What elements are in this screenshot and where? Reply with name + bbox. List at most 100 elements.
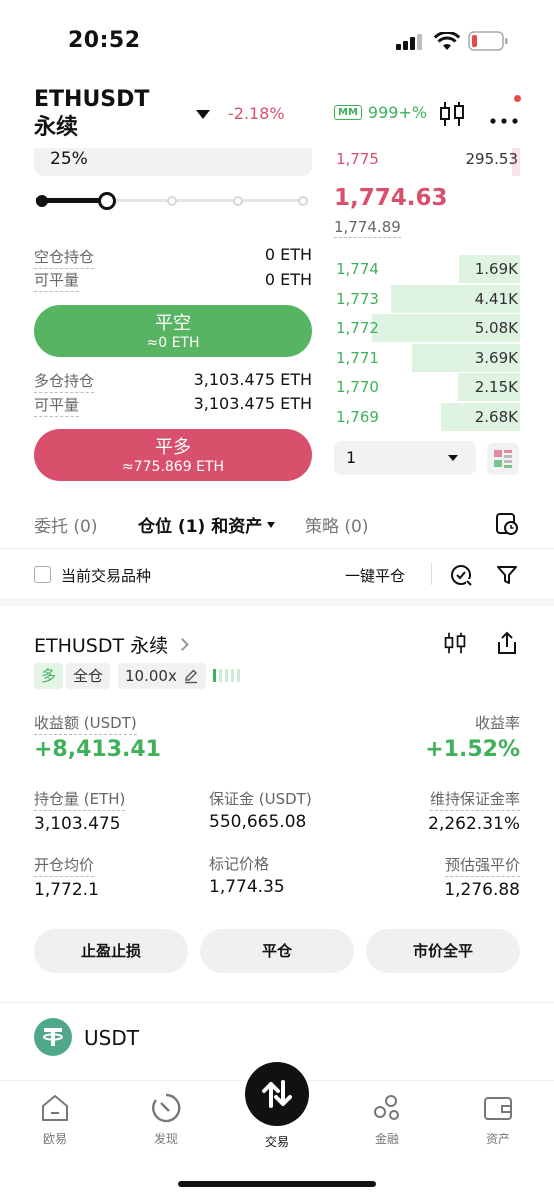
chevron-down-icon bbox=[448, 455, 458, 461]
share-icon[interactable] bbox=[495, 630, 519, 660]
mmr-value: 2,262.31% bbox=[428, 814, 520, 834]
market-close-button[interactable]: 市价全平 bbox=[366, 929, 520, 973]
percent-slider[interactable] bbox=[36, 190, 312, 212]
nav-home[interactable]: 欧易 bbox=[15, 1092, 95, 1147]
chevron-right-icon bbox=[176, 638, 190, 651]
filter-icon[interactable] bbox=[496, 564, 518, 590]
size-value: 3,103.475 bbox=[34, 814, 121, 834]
mm-badge[interactable]: MM 999+% bbox=[334, 103, 427, 122]
pair-title[interactable]: ETHUSDT 永续 bbox=[34, 86, 174, 142]
candlestick-icon[interactable] bbox=[443, 630, 467, 660]
slider-start-point bbox=[36, 195, 48, 207]
filter-divider bbox=[0, 598, 554, 606]
close-long-amount: ≈775.869 ETH bbox=[122, 459, 224, 475]
tab-positions[interactable]: 仓位 (1) 和资产 bbox=[138, 512, 276, 537]
margin-mode-tag[interactable]: 全仓 bbox=[66, 663, 111, 689]
nav-discover[interactable]: 发现 bbox=[126, 1092, 206, 1147]
wifi-icon bbox=[433, 30, 461, 55]
position-symbol[interactable]: ETHUSDT 永续 bbox=[34, 631, 190, 658]
slider-mark-50[interactable] bbox=[167, 196, 177, 206]
battery-icon bbox=[468, 31, 508, 55]
tab-strategies[interactable]: 策略 (0) bbox=[305, 512, 368, 537]
tab-orders[interactable]: 委托 (0) bbox=[34, 512, 97, 537]
bid-row[interactable]: 1,772 5.08K bbox=[334, 314, 520, 343]
bid-qty: 1.69K bbox=[474, 260, 518, 278]
size-label: 持仓量 (ETH) bbox=[34, 788, 126, 811]
bid-qty: 3.69K bbox=[474, 348, 518, 367]
current-symbol-label: 当前交易品种 bbox=[61, 567, 152, 585]
short-position-label: 空仓持仓 bbox=[34, 246, 95, 269]
current-symbol-checkbox[interactable] bbox=[34, 566, 51, 583]
tabs-divider bbox=[0, 548, 554, 549]
nav-assets[interactable]: 资产 bbox=[458, 1092, 538, 1147]
bid-price: 1,773 bbox=[336, 289, 379, 308]
candlestick-icon[interactable] bbox=[438, 100, 466, 132]
price-change: -2.18% bbox=[228, 104, 285, 123]
edit-icon bbox=[184, 669, 197, 684]
short-closable-value: 0 ETH bbox=[264, 270, 312, 289]
long-position-label: 多仓持仓 bbox=[34, 370, 95, 393]
slider-handle[interactable] bbox=[98, 192, 116, 210]
share-position-icon[interactable] bbox=[449, 563, 473, 591]
bid-price: 1,774 bbox=[336, 260, 379, 278]
percent-input[interactable]: 25% bbox=[34, 148, 312, 176]
bid-row[interactable]: 1,773 4.41K bbox=[334, 284, 520, 313]
long-closable-label: 可平量 bbox=[34, 394, 80, 417]
tab-positions-label: 仓位 (1) 和资产 bbox=[138, 517, 263, 537]
liq-price-value: 1,276.88 bbox=[444, 880, 520, 900]
bid-row[interactable]: 1,770 2.15K bbox=[334, 373, 520, 402]
bid-price: 1,770 bbox=[336, 378, 379, 397]
slider-mark-100[interactable] bbox=[298, 196, 308, 206]
bid-qty: 2.15K bbox=[474, 378, 518, 397]
precision-select[interactable]: 1 bbox=[334, 441, 476, 475]
nav-assets-label: 资产 bbox=[485, 1132, 510, 1146]
home-indicator bbox=[178, 1181, 376, 1187]
mark-price-value: 1,774.35 bbox=[209, 877, 285, 897]
tether-icon bbox=[34, 1018, 72, 1056]
side-tag: 多 bbox=[34, 663, 64, 689]
bid-price: 1,771 bbox=[336, 348, 379, 367]
nav-home-label: 欧易 bbox=[42, 1132, 67, 1146]
bid-row[interactable]: 1,774 1.69K bbox=[334, 255, 520, 283]
ask-qty: 295.53 bbox=[465, 150, 519, 168]
roi-value: +1.52% bbox=[425, 737, 520, 762]
orderbook-layout-icon[interactable] bbox=[487, 443, 519, 475]
bid-price: 1,769 bbox=[336, 408, 379, 426]
nav-trade-button[interactable] bbox=[245, 1062, 309, 1126]
asset-name[interactable]: USDT bbox=[84, 1026, 139, 1050]
long-closable-value: 3,103.475 ETH bbox=[193, 394, 312, 413]
mark-price[interactable]: 1,774.89 bbox=[334, 218, 401, 238]
close-short-label: 平空 bbox=[155, 313, 191, 334]
home-icon bbox=[42, 1095, 68, 1121]
mmr-label: 维持保证金率 bbox=[429, 788, 520, 811]
close-position-button[interactable]: 平仓 bbox=[200, 929, 354, 973]
bid-row[interactable]: 1,771 3.69K bbox=[334, 343, 520, 372]
mark-price-label: 标记价格 bbox=[209, 855, 270, 873]
precision-value: 1 bbox=[346, 448, 357, 467]
status-time: 20:52 bbox=[68, 28, 141, 53]
chevron-down-icon bbox=[267, 521, 276, 528]
more-icon[interactable] bbox=[489, 110, 519, 129]
bid-row[interactable]: 1,769 2.68K bbox=[334, 403, 520, 431]
nav-finance[interactable]: 金融 bbox=[347, 1092, 427, 1147]
slider-mark-75[interactable] bbox=[233, 196, 243, 206]
nav-trade[interactable]: 交易 bbox=[237, 1133, 317, 1150]
percent-value: 25% bbox=[50, 149, 88, 169]
close-long-button[interactable]: 平多 ≈775.869 ETH bbox=[34, 429, 312, 481]
margin-label: 保证金 (USDT) bbox=[209, 790, 312, 808]
bid-qty: 2.68K bbox=[474, 408, 518, 426]
leverage-tag[interactable]: 10.00x bbox=[118, 663, 206, 689]
entry-price-label: 开仓均价 bbox=[34, 854, 95, 877]
pnl-label: 收益额 (USDT) bbox=[34, 712, 137, 735]
bid-price: 1,772 bbox=[336, 319, 379, 338]
nav-discover-label: 发现 bbox=[153, 1132, 178, 1146]
bid-qty: 4.41K bbox=[474, 289, 518, 308]
tpsl-button[interactable]: 止盈止损 bbox=[34, 929, 188, 973]
close-all-button[interactable]: 一键平仓 bbox=[345, 565, 405, 586]
finance-icon bbox=[374, 1095, 399, 1120]
ask-row[interactable]: 1,775 295.53 bbox=[334, 148, 520, 176]
close-long-label: 平多 bbox=[155, 437, 191, 458]
close-short-button[interactable]: 平空 ≈0 ETH bbox=[34, 305, 312, 357]
chevron-down-icon[interactable] bbox=[196, 110, 210, 119]
history-icon[interactable] bbox=[495, 512, 519, 540]
